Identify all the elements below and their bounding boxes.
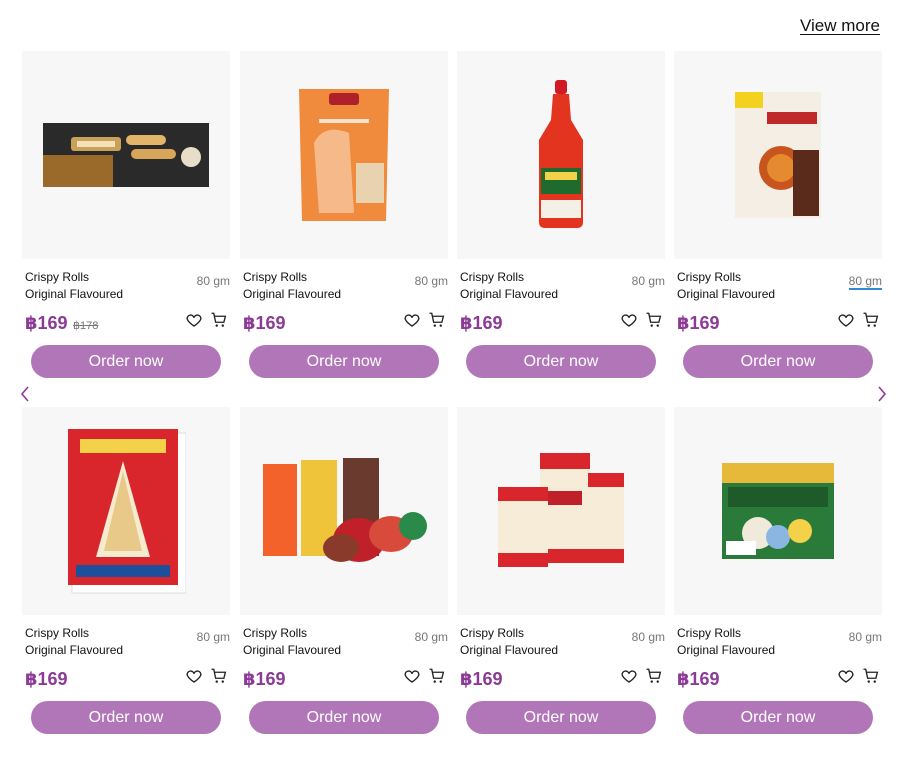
order-now-button[interactable]: Order now [466,701,656,734]
product-variant: Original Flavoured [460,287,559,301]
product-name: Crispy Rolls [460,626,525,640]
product-card[interactable]: Crispy Rolls Original Flavoured 80 gm ฿1… [22,407,230,734]
product-weight: 80 gm [631,630,665,644]
order-now-button[interactable]: Order now [683,701,873,734]
product-name: Crispy Rolls [243,270,308,284]
order-now-button[interactable]: Order now [249,345,439,378]
product-variant: Original Flavoured [243,643,342,657]
order-now-button[interactable]: Order now [249,701,439,734]
product-card[interactable]: Crispy Rolls Original Flavoured 80 gm ฿1… [240,51,448,378]
product-image[interactable] [240,407,448,615]
cart-icon[interactable] [210,311,228,329]
product-weight: 80 gm [414,630,448,644]
product-card[interactable]: Crispy Rolls Original Flavoured 80 gm ฿1… [674,51,883,378]
product-name: Crispy Rolls [677,270,742,284]
product-variant: Original Flavoured [25,643,124,657]
product-price: ฿169 [677,313,720,333]
product-image[interactable] [674,407,882,615]
product-variant: Original Flavoured [677,287,776,301]
product-price: ฿169 [677,669,720,689]
product-weight: 80 gm [414,274,448,288]
cart-icon[interactable] [645,667,663,685]
product-weight: 80 gm [196,630,230,644]
chevron-right-icon[interactable] [875,384,889,404]
chevron-left-icon[interactable] [18,384,32,404]
heart-icon[interactable] [620,667,638,685]
product-image[interactable] [22,407,230,615]
cart-icon[interactable] [645,311,663,329]
product-card[interactable]: Crispy Rolls Original Flavoured 80 gm ฿1… [22,51,230,378]
view-more-link[interactable]: View more [800,16,880,36]
product-image[interactable] [457,51,665,259]
heart-icon[interactable] [403,311,421,329]
product-weight: 80 gm [196,274,230,288]
order-now-button[interactable]: Order now [683,345,873,378]
cart-icon[interactable] [428,311,446,329]
heart-icon[interactable] [185,311,203,329]
heart-icon[interactable] [837,667,855,685]
product-name: Crispy Rolls [25,626,90,640]
cart-icon[interactable] [428,667,446,685]
product-image[interactable] [240,51,448,259]
product-card[interactable]: Crispy Rolls Original Flavoured 80 gm ฿1… [457,51,665,378]
product-price: ฿169 [243,313,286,333]
product-price: ฿169 [25,313,68,333]
order-now-button[interactable]: Order now [466,345,656,378]
product-image[interactable] [22,51,230,259]
order-now-button[interactable]: Order now [31,345,221,378]
heart-icon[interactable] [403,667,421,685]
product-name: Crispy Rolls [243,626,308,640]
product-card[interactable]: Crispy Rolls Original Flavoured 80 gm ฿1… [457,407,665,734]
product-price: ฿169 [25,669,68,689]
product-name: Crispy Rolls [677,626,742,640]
product-weight: 80 gm [848,274,883,290]
product-variant: Original Flavoured [243,287,342,301]
product-name: Crispy Rolls [25,270,90,284]
cart-icon[interactable] [210,667,228,685]
product-variant: Original Flavoured [460,643,559,657]
product-variant: Original Flavoured [677,643,776,657]
product-card[interactable]: Crispy Rolls Original Flavoured 80 gm ฿1… [240,407,448,734]
product-price: ฿169 [243,669,286,689]
product-image[interactable] [674,51,882,259]
cart-icon[interactable] [862,311,880,329]
product-old-price: ฿178 [73,320,99,332]
product-image[interactable] [457,407,665,615]
product-price: ฿169 [460,669,503,689]
product-weight: 80 gm [848,630,882,644]
heart-icon[interactable] [620,311,638,329]
heart-icon[interactable] [185,667,203,685]
product-variant: Original Flavoured [25,287,124,301]
product-card[interactable]: Crispy Rolls Original Flavoured 80 gm ฿1… [674,407,882,734]
product-name: Crispy Rolls [460,270,525,284]
cart-icon[interactable] [862,667,880,685]
product-weight: 80 gm [631,274,665,288]
product-price: ฿169 [460,313,503,333]
order-now-button[interactable]: Order now [31,701,221,734]
heart-icon[interactable] [837,311,855,329]
